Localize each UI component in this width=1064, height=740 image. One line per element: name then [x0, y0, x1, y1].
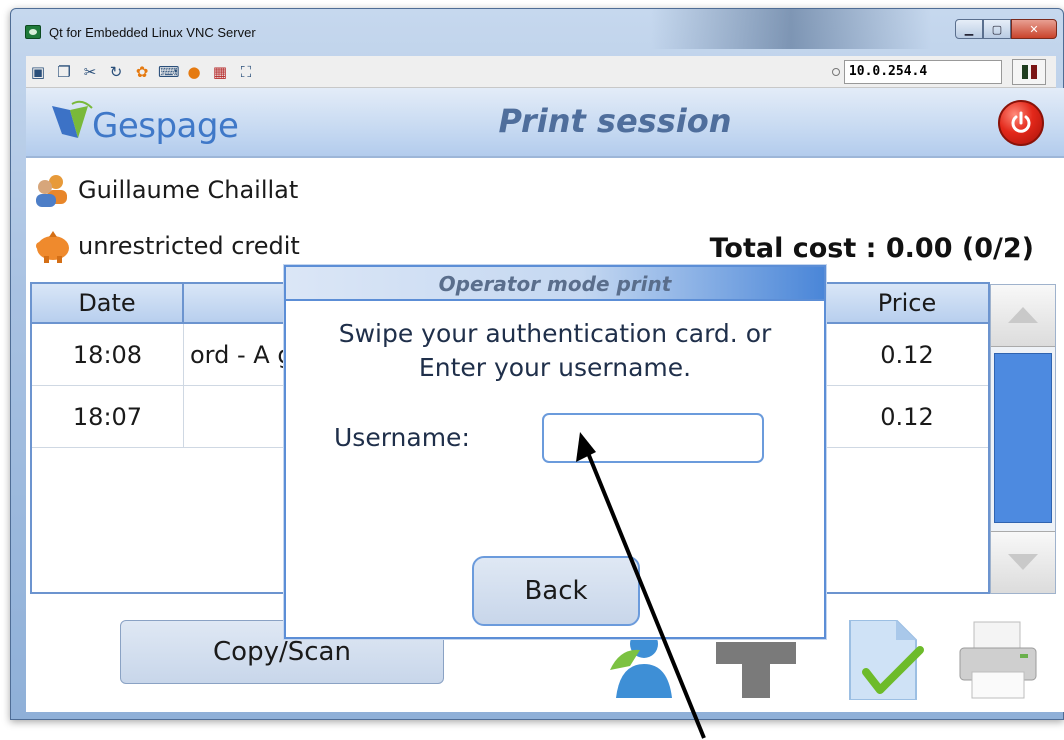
- alert-icon[interactable]: ●: [184, 62, 204, 82]
- power-icon: [1011, 111, 1031, 133]
- window-controls: ▁ ▢ ✕: [955, 19, 1057, 39]
- host-field-wrap: 10.0.254.4: [832, 59, 1002, 85]
- dialog-message: Swipe your authentication card. or Enter…: [286, 317, 824, 385]
- host-field[interactable]: 10.0.254.4: [843, 60, 1002, 84]
- operator-mode-dialog: Operator mode print Swipe your authentic…: [284, 265, 826, 639]
- printer-icon[interactable]: [956, 620, 1040, 700]
- windows-icon[interactable]: ❐: [54, 62, 74, 82]
- dialog-title: Operator mode print: [286, 267, 824, 301]
- window-titlebar[interactable]: Qt for Embedded Linux VNC Server ▁ ▢ ✕: [11, 9, 1063, 49]
- document-check-icon[interactable]: [844, 619, 928, 701]
- refresh-icon[interactable]: ↻: [106, 62, 126, 82]
- column-header-price[interactable]: Price: [824, 284, 990, 322]
- monitor-icon[interactable]: ▣: [28, 62, 48, 82]
- total-cost: Total cost : 0.00 (0/2): [709, 233, 1034, 264]
- screen: Qt for Embedded Linux VNC Server ▁ ▢ ✕ ▣…: [0, 0, 1064, 740]
- column-header-date[interactable]: Date: [32, 284, 184, 322]
- username-label: Username:: [334, 423, 470, 452]
- piggy-bank-icon: [32, 228, 74, 264]
- vnc-toolbar: ▣ ❐ ✂ ↻ ✿ ⌨ ● ▦ ⛶ 10.0.254.4: [26, 56, 1056, 88]
- app-header: Gespage Print session: [26, 88, 1064, 158]
- scroll-down-button[interactable]: [991, 531, 1055, 593]
- keyboard-icon[interactable]: ⌨: [158, 62, 180, 82]
- minimize-button[interactable]: ▁: [955, 19, 983, 39]
- back-button[interactable]: Back: [472, 556, 640, 626]
- host-radio-icon[interactable]: [832, 68, 840, 76]
- close-button[interactable]: ✕: [1011, 19, 1057, 39]
- credit-label: unrestricted credit: [78, 232, 300, 260]
- titlebar-glass: [651, 9, 931, 49]
- maximize-button[interactable]: ▢: [983, 19, 1011, 39]
- credit-row: unrestricted credit: [32, 228, 300, 264]
- toolbar-icons: ▣ ❐ ✂ ↻ ✿ ⌨ ● ▦ ⛶: [28, 62, 256, 82]
- window-title: Qt for Embedded Linux VNC Server: [49, 25, 256, 40]
- user-row: Guillaume Chaillat: [32, 172, 298, 208]
- power-button[interactable]: [998, 100, 1044, 146]
- colors-icon[interactable]: ✿: [132, 62, 152, 82]
- table-scrollbar[interactable]: [990, 284, 1056, 594]
- scroll-up-button[interactable]: [991, 285, 1055, 347]
- users-icon: [32, 172, 74, 208]
- scroll-thumb[interactable]: [994, 353, 1052, 523]
- username-input[interactable]: [542, 413, 764, 463]
- tools-icon[interactable]: ✂: [80, 62, 100, 82]
- page-title: Print session: [498, 102, 732, 140]
- row-date: 18:08: [32, 324, 184, 386]
- dialog-message-line-1: Swipe your authentication card. or: [338, 319, 772, 348]
- pause-button[interactable]: [1012, 59, 1046, 85]
- row-date: 18:07: [32, 386, 184, 448]
- vnc-app-icon: [25, 25, 41, 39]
- dialog-message-line-2: Enter your username.: [418, 353, 692, 382]
- row-price: 0.12: [880, 341, 934, 369]
- user-name: Guillaume Chaillat: [78, 176, 299, 204]
- network-icon[interactable]: ▦: [210, 62, 230, 82]
- fullscreen-icon[interactable]: ⛶: [236, 62, 256, 82]
- row-price: 0.12: [880, 403, 934, 431]
